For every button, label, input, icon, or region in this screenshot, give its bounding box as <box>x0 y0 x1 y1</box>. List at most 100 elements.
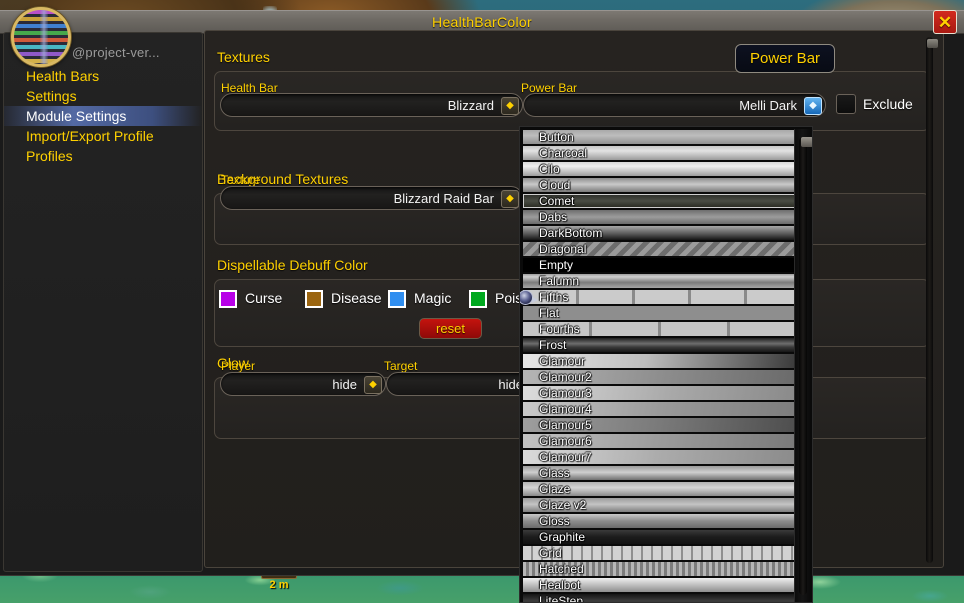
label-exclude: Exclude <box>863 96 913 112</box>
texture-preview <box>523 162 796 176</box>
texture-option[interactable]: Cilo <box>523 161 796 177</box>
texture-option-label: Comet <box>523 194 574 208</box>
texture-option[interactable]: Diagonal <box>523 241 796 257</box>
tooltip-power-bar: Power Bar <box>735 44 835 73</box>
texture-option-label: Falumn <box>523 274 579 288</box>
section-title-textures: Textures <box>217 49 270 65</box>
chevron-down-icon: ◆ <box>364 376 382 394</box>
select-power-bar-value: Melli Dark <box>739 98 797 113</box>
texture-option-label: Charcoal <box>523 146 587 160</box>
texture-option[interactable]: Cloud <box>523 177 796 193</box>
texture-option[interactable]: Glamour3 <box>523 385 796 401</box>
label-magic: Magic <box>414 290 451 306</box>
texture-option[interactable]: Flat <box>523 305 796 321</box>
dropdown-scrollbar-track[interactable] <box>799 137 807 595</box>
sidebar-item-import-export-profile[interactable]: Import/Export Profile <box>4 126 202 146</box>
panel-scrollbar-track[interactable] <box>926 37 933 563</box>
select-background-texture[interactable]: Blizzard Raid Bar ◆ <box>220 186 523 210</box>
texture-option[interactable]: DarkBottom <box>523 225 796 241</box>
texture-option[interactable]: Hatched <box>523 561 796 577</box>
texture-option-label: Glass <box>523 466 570 480</box>
texture-option[interactable]: Glamour2 <box>523 369 796 385</box>
texture-option[interactable]: Fifths <box>523 289 796 305</box>
texture-option-label: Frost <box>523 338 566 352</box>
texture-option-label: Glaze v2 <box>523 498 586 512</box>
label-player: Player <box>221 359 255 373</box>
sidebar-item-health-bars[interactable]: Health Bars <box>4 66 202 86</box>
texture-option[interactable]: LiteStep <box>523 593 796 603</box>
checkbox-exclude[interactable] <box>836 94 856 114</box>
chevron-down-icon: ◆ <box>804 97 822 115</box>
texture-option[interactable]: Dabs <box>523 209 796 225</box>
texture-option-label: Graphite <box>523 530 585 544</box>
texture-option-label: Glamour3 <box>523 386 592 400</box>
texture-option[interactable]: Comet <box>523 193 796 209</box>
texture-option[interactable]: Falumn <box>523 273 796 289</box>
close-icon[interactable]: ✕ <box>933 10 957 34</box>
texture-option[interactable]: Empty <box>523 257 796 273</box>
texture-option-label: Glamour5 <box>523 418 592 432</box>
sidebar-item-profiles[interactable]: Profiles <box>4 146 202 166</box>
texture-option-label: Glamour2 <box>523 370 592 384</box>
select-glow-player[interactable]: hide ◆ <box>220 372 386 396</box>
texture-option-label: Fourths <box>523 322 580 336</box>
texture-option-label: DarkBottom <box>523 226 602 240</box>
texture-option[interactable]: Glamour4 <box>523 401 796 417</box>
sidebar-item-settings[interactable]: Settings <box>4 86 202 106</box>
select-health-bar-value: Blizzard <box>448 98 494 113</box>
label-curse: Curse <box>245 290 282 306</box>
texture-option[interactable]: Healbot <box>523 577 796 593</box>
texture-option[interactable]: Button <box>523 129 796 145</box>
texture-dropdown-list[interactable]: Button Charcoal CiloCloudComet Dabs DarkBott… <box>519 126 813 603</box>
texture-option[interactable]: Frost <box>523 337 796 353</box>
texture-option-label: Healbot <box>523 578 580 592</box>
texture-option-label: Glamour7 <box>523 450 592 464</box>
texture-option[interactable]: Fourths <box>523 321 796 337</box>
swatch-magic[interactable] <box>388 290 406 308</box>
texture-option[interactable]: Charcoal <box>523 145 796 161</box>
texture-dropdown-items: Button Charcoal CiloCloudComet Dabs DarkBott… <box>523 129 796 602</box>
dropdown-scrollbar[interactable] <box>794 129 810 602</box>
texture-option[interactable]: Glaze v2 <box>523 497 796 513</box>
texture-option-label: Glamour <box>523 354 585 368</box>
texture-option-label: Fifths <box>523 290 568 304</box>
texture-option-label: Glaze <box>523 482 570 496</box>
texture-option[interactable]: Gloss <box>523 513 796 529</box>
texture-option[interactable]: Graphite <box>523 529 796 545</box>
select-power-bar-texture[interactable]: Melli Dark ◆ <box>523 93 826 117</box>
texture-option-label: Button <box>523 130 574 144</box>
label-texture: Texture <box>221 173 260 187</box>
texture-option-label: Cilo <box>523 162 560 176</box>
texture-option-label: Dabs <box>523 210 567 224</box>
texture-option[interactable]: Glamour7 <box>523 449 796 465</box>
texture-option-label: LiteStep <box>523 594 583 603</box>
texture-option[interactable]: Glass <box>523 465 796 481</box>
dropdown-scrollbar-thumb[interactable] <box>801 137 813 147</box>
section-title-dispellable-debuff-color: Dispellable Debuff Color <box>217 257 368 273</box>
addon-minimap-icon[interactable] <box>11 7 71 67</box>
swatch-poison[interactable] <box>469 290 487 308</box>
select-health-bar-texture[interactable]: Blizzard ◆ <box>220 93 523 117</box>
select-background-texture-value: Blizzard Raid Bar <box>394 191 494 206</box>
texture-preview <box>523 546 796 560</box>
reset-button[interactable]: reset <box>419 318 482 339</box>
texture-option[interactable]: Glamour5 <box>523 417 796 433</box>
sidebar: @project-ver... Health Bars Settings Mod… <box>3 32 203 572</box>
texture-option[interactable]: Glamour <box>523 353 796 369</box>
sidebar-item-module-settings[interactable]: Module Settings <box>4 106 202 126</box>
texture-option-label: Hatched <box>523 562 584 576</box>
panel-scrollbar-thumb[interactable] <box>927 39 938 48</box>
swatch-curse[interactable] <box>219 290 237 308</box>
texture-option-label: Grid <box>523 546 562 560</box>
texture-option-label: Flat <box>523 306 559 320</box>
chevron-down-icon: ◆ <box>501 97 519 115</box>
texture-option[interactable]: Grid <box>523 545 796 561</box>
texture-option-label: Empty <box>523 258 573 272</box>
swatch-disease[interactable] <box>305 290 323 308</box>
texture-option-label: Glamour4 <box>523 402 592 416</box>
label-disease: Disease <box>331 290 382 306</box>
texture-option[interactable]: Glaze <box>523 481 796 497</box>
marker-distance-label: 2 m <box>259 579 299 591</box>
panel-scrollbar[interactable] <box>923 33 937 567</box>
texture-option[interactable]: Glamour6 <box>523 433 796 449</box>
